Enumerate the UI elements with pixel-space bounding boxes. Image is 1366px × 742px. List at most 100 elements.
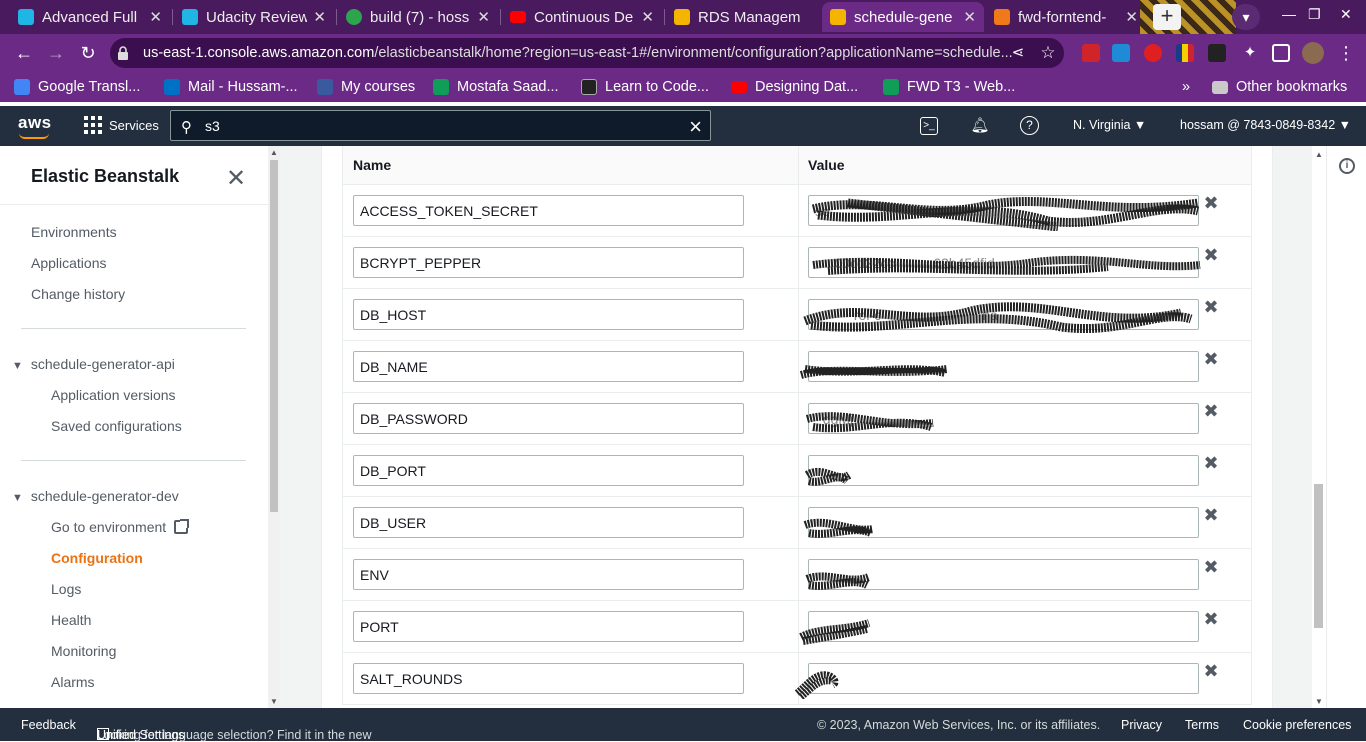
scroll-down-icon[interactable]: ▼ <box>270 697 278 706</box>
more-bookmarks-button[interactable]: » <box>1182 77 1190 97</box>
side-panel-icon[interactable] <box>1272 44 1290 62</box>
sidebar-item-alarms[interactable]: Alarms <box>51 674 95 690</box>
caret-down-icon[interactable]: ▼ <box>12 360 23 372</box>
sidebar-item-monitoring[interactable]: Monitoring <box>51 643 116 659</box>
sidebar-item-go-to-environment[interactable]: Go to environment <box>51 519 190 535</box>
close-icon[interactable]: ✕ <box>149 8 162 26</box>
close-icon[interactable]: ✕ <box>963 8 976 26</box>
main-scrollbar[interactable]: ▲ ▼ <box>1312 146 1326 708</box>
tab-search-button[interactable]: ▾ <box>1232 4 1260 30</box>
terms-link[interactable]: Terms <box>1185 718 1219 732</box>
region-selector[interactable]: N. Virginia ▼ <box>1073 118 1146 132</box>
browser-tab[interactable]: RDS Managem <box>666 2 820 32</box>
remove-property-icon[interactable]: ✖ <box>1203 454 1219 472</box>
puzzle-icon[interactable]: ✦ <box>1238 42 1262 64</box>
bookmark[interactable]: Learn to Code... <box>581 77 709 97</box>
unified-settings-link[interactable]: Unified Settings <box>97 728 185 742</box>
extension-icon[interactable] <box>1144 44 1162 62</box>
caret-down-icon[interactable]: ▼ <box>12 492 23 504</box>
bookmark[interactable]: Google Transl... <box>14 77 140 97</box>
property-value-input[interactable] <box>808 663 1199 694</box>
bookmark[interactable]: My courses <box>317 77 415 97</box>
property-value-input[interactable] <box>808 455 1199 486</box>
property-name-input[interactable] <box>353 663 744 694</box>
bell-icon[interactable]: 🔔︎ <box>970 116 990 136</box>
forward-icon[interactable]: → <box>44 42 68 64</box>
sidebar-group-env[interactable]: ▼ schedule-generator-dev <box>12 488 179 504</box>
browser-tab[interactable]: Udacity Review ✕ <box>174 2 334 32</box>
aws-logo[interactable]: aws <box>18 113 52 133</box>
sidebar-item-saved-configurations[interactable]: Saved configurations <box>51 418 182 434</box>
close-icon[interactable]: ✕ <box>1125 8 1138 26</box>
info-icon[interactable]: i <box>1339 158 1355 174</box>
sidebar-item-logs[interactable]: Logs <box>51 581 81 597</box>
close-icon[interactable]: ✕ <box>641 8 654 26</box>
sidebar-item-application-versions[interactable]: Application versions <box>51 387 176 403</box>
remove-property-icon[interactable]: ✖ <box>1203 298 1219 316</box>
close-icon[interactable]: ✕ <box>226 164 246 193</box>
property-name-input[interactable] <box>353 195 744 226</box>
minimize-icon[interactable]: — <box>1282 6 1296 22</box>
property-value-input[interactable] <box>808 299 1199 330</box>
bookmark[interactable]: Mail - Hussam-... <box>164 77 298 97</box>
browser-tab[interactable]: Continuous De ✕ <box>502 2 662 32</box>
extension-icon[interactable] <box>1176 44 1194 62</box>
new-tab-button[interactable]: + <box>1153 4 1181 30</box>
property-name-input[interactable] <box>353 455 744 486</box>
other-bookmarks[interactable]: Other bookmarks <box>1212 77 1347 97</box>
browser-tab[interactable]: fwd-forntend- ✕ <box>986 2 1146 32</box>
remove-property-icon[interactable]: ✖ <box>1203 194 1219 212</box>
avatar[interactable] <box>1302 42 1324 64</box>
clear-search-icon[interactable]: × <box>689 114 702 140</box>
service-search[interactable]: ⚲ × <box>170 110 711 141</box>
remove-property-icon[interactable]: ✖ <box>1203 610 1219 628</box>
property-name-input[interactable] <box>353 247 744 278</box>
lock-icon[interactable] <box>117 46 129 60</box>
sidebar-item-health[interactable]: Health <box>51 612 91 628</box>
property-name-input[interactable] <box>353 559 744 590</box>
scrollbar-thumb[interactable] <box>1314 484 1323 628</box>
cloudshell-icon[interactable]: >_ <box>920 117 938 135</box>
cookie-preferences-link[interactable]: Cookie preferences <box>1243 718 1351 732</box>
extension-icon[interactable] <box>1208 44 1226 62</box>
sidebar-item-configuration[interactable]: Configuration <box>51 550 143 566</box>
help-icon[interactable]: ? <box>1020 116 1039 135</box>
sidebar-scrollbar[interactable]: ▲ ▼ <box>268 146 280 708</box>
property-value-input[interactable] <box>808 351 1199 382</box>
property-value-input[interactable] <box>808 611 1199 642</box>
window-close-icon[interactable]: ✕ <box>1340 6 1352 23</box>
sidebar-item-environments[interactable]: Environments <box>31 224 117 240</box>
scroll-down-icon[interactable]: ▼ <box>1315 697 1323 706</box>
scrollbar-thumb[interactable] <box>270 160 278 512</box>
property-value-input[interactable] <box>808 403 1199 434</box>
restore-icon[interactable]: ❐ <box>1308 6 1321 23</box>
browser-tab[interactable]: Advanced Full ✕ <box>10 2 170 32</box>
share-icon[interactable]: ⋖ <box>1006 42 1030 64</box>
browser-tab-active[interactable]: schedule-gene ✕ <box>822 2 984 32</box>
property-name-input[interactable] <box>353 351 744 382</box>
privacy-link[interactable]: Privacy <box>1121 718 1162 732</box>
sidebar-item-change-history[interactable]: Change history <box>31 286 125 302</box>
account-menu[interactable]: hossam @ 7843-0849-8342 ▼ <box>1180 118 1351 132</box>
remove-property-icon[interactable]: ✖ <box>1203 662 1219 680</box>
property-value-input[interactable] <box>808 507 1199 538</box>
property-name-input[interactable] <box>353 507 744 538</box>
feedback-link[interactable]: Feedback <box>21 718 76 732</box>
remove-property-icon[interactable]: ✖ <box>1203 506 1219 524</box>
star-icon[interactable]: ☆ <box>1036 42 1060 64</box>
property-name-input[interactable] <box>353 403 744 434</box>
address-bar[interactable]: us-east-1.console.aws.amazon.com/elastic… <box>110 38 1064 68</box>
remove-property-icon[interactable]: ✖ <box>1203 246 1219 264</box>
sidebar-group-app[interactable]: ▼ schedule-generator-api <box>12 356 175 372</box>
services-menu-button[interactable]: Services <box>84 116 159 134</box>
close-icon[interactable]: ✕ <box>313 8 326 26</box>
remove-property-icon[interactable]: ✖ <box>1203 350 1219 368</box>
property-value-input[interactable] <box>808 559 1199 590</box>
remove-property-icon[interactable]: ✖ <box>1203 558 1219 576</box>
scroll-up-icon[interactable]: ▲ <box>1315 150 1323 159</box>
property-value-input[interactable] <box>808 247 1199 278</box>
reload-icon[interactable]: ↻ <box>76 42 100 64</box>
remove-property-icon[interactable]: ✖ <box>1203 402 1219 420</box>
property-name-input[interactable] <box>353 299 744 330</box>
close-icon[interactable]: ✕ <box>477 8 490 26</box>
